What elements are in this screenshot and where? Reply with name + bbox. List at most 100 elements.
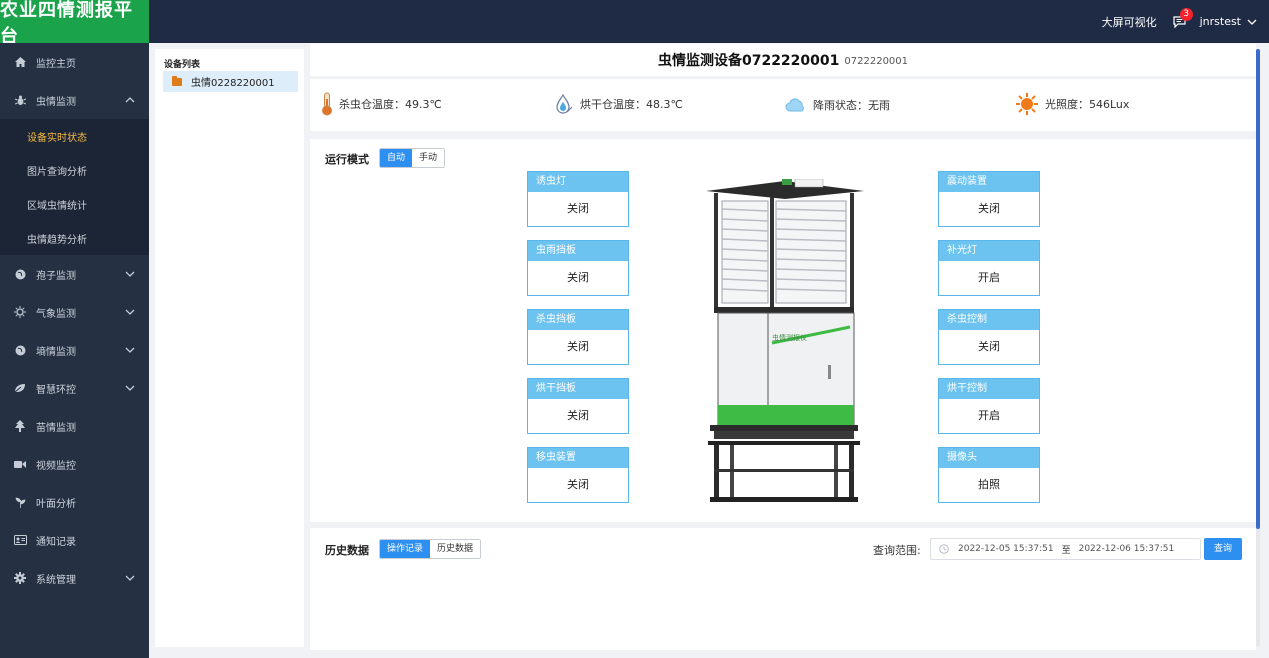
kill-temp-label: 杀虫仓温度：49.3℃ [339, 98, 442, 111]
device-list-item-label: 虫情0228220001 [191, 78, 275, 89]
sidebar-item-home[interactable]: 监控主页 [0, 43, 149, 81]
bigscreen-link[interactable]: 大屏可视化 [1102, 14, 1157, 30]
sidebar-item-weather[interactable]: 气象监测 [0, 293, 149, 331]
query-button[interactable]: 查询 [1204, 538, 1242, 560]
sidebar-item-label: 视频监控 [36, 460, 76, 472]
sidebar-item-system[interactable]: 系统管理 [0, 559, 149, 597]
sidebar-item-label: 虫情监测 [36, 96, 76, 108]
leaf-icon [13, 383, 27, 393]
device-code: 0722220001 [844, 55, 909, 67]
top-bar: 大屏可视化 3 jnrstest [149, 0, 1269, 43]
device-list-item[interactable]: 虫情0228220001 [163, 71, 298, 92]
sidebar-item-insect[interactable]: 虫情监测 [0, 81, 149, 119]
sidebar-item-label: 系统管理 [36, 574, 76, 586]
tree-icon [13, 420, 27, 432]
control-card-state[interactable]: 开启 [939, 399, 1039, 433]
device-list-title: 设备列表 [164, 60, 201, 70]
control-card-state[interactable]: 关闭 [939, 330, 1039, 364]
folder-icon [172, 75, 182, 86]
sidebar: 监控主页 虫情监测 设备实时状态 图片查询分析 区域虫情统计 虫情趋势分析 孢子… [0, 43, 149, 658]
sun-icon [13, 306, 27, 318]
sidebar-sub-image-query[interactable]: 图片查询分析 [0, 153, 149, 187]
control-card-state[interactable]: 拍照 [939, 468, 1039, 502]
home-icon [13, 57, 27, 67]
control-card-state[interactable]: 关闭 [528, 399, 628, 433]
control-card-dry-control: 烘干控制 开启 [938, 378, 1040, 434]
range-start: 2022-12-05 15:37:51 [958, 544, 1054, 554]
tab-operation-records[interactable]: 操作记录 [380, 540, 431, 558]
insect-monitor-device-image: 虫情测报仪 [706, 179, 864, 502]
sidebar-item-soil[interactable]: 墒情监测 [0, 331, 149, 369]
sidebar-sub-trend[interactable]: 虫情趋势分析 [0, 221, 149, 255]
main-content: 虫情监测设备0722220001 0722220001 杀虫仓温度：49.3℃ … [310, 44, 1256, 650]
chevron-up-icon [125, 97, 135, 103]
control-card-state[interactable]: 关闭 [939, 192, 1039, 226]
chevron-down-icon [1247, 19, 1257, 25]
user-menu[interactable]: jnrstest [1200, 15, 1257, 28]
sidebar-item-label: 通知记录 [36, 536, 76, 548]
control-card-rain-baffle: 虫雨挡板 关闭 [527, 240, 629, 296]
message-count-badge: 3 [1179, 7, 1193, 21]
chevron-down-icon [125, 385, 135, 391]
control-card-state[interactable]: 关闭 [528, 468, 628, 502]
control-card-title: 摄像头 [939, 448, 1039, 468]
message-button[interactable]: 3 [1172, 7, 1193, 28]
sidebar-item-leaf-analysis[interactable]: 叶面分析 [0, 483, 149, 521]
sidebar-sub-region-stats[interactable]: 区域虫情统计 [0, 187, 149, 221]
control-card-title: 杀虫挡板 [528, 310, 628, 330]
range-end: 2022-12-06 15:37:51 [1078, 544, 1175, 554]
device-name: 虫情监测设备0722220001 [657, 53, 840, 69]
sidebar-item-env-control[interactable]: 智慧环控 [0, 369, 149, 407]
control-panel: 运行模式 自动 手动 诱虫灯 关闭 虫雨挡板 关闭 杀虫挡板 关闭 烘干挡板 关… [310, 139, 1256, 522]
date-range-picker[interactable]: 2022-12-05 15:37:51 至 2022-12-06 15:37:5… [930, 538, 1201, 560]
device-list-panel: 设备列表 虫情0228220001 [155, 49, 304, 647]
control-card-camera: 摄像头 拍照 [938, 447, 1040, 503]
dry-temp-status: 烘干仓温度：48.3℃ [554, 94, 683, 114]
control-card-state[interactable]: 关闭 [528, 192, 628, 226]
chevron-down-icon [125, 347, 135, 353]
globe-icon [13, 345, 27, 356]
light-status: 光照度：546Lux [1015, 92, 1129, 116]
chevron-down-icon [125, 271, 135, 277]
chevron-down-icon [125, 575, 135, 581]
thermometer-icon [322, 92, 332, 116]
history-tabs: 操作记录 历史数据 [379, 539, 482, 559]
cloud-icon [785, 98, 804, 112]
control-card-title: 移虫装置 [528, 448, 628, 468]
control-card-title: 虫雨挡板 [528, 241, 628, 261]
control-card-fill-light: 补光灯 开启 [938, 240, 1040, 296]
sidebar-sub-device-status[interactable]: 设备实时状态 [0, 119, 149, 153]
sidebar-item-label: 气象监测 [36, 308, 76, 320]
sidebar-item-label: 监控主页 [36, 58, 76, 70]
scrollbar[interactable] [1256, 49, 1260, 646]
insect-submenu: 设备实时状态 图片查询分析 区域虫情统计 虫情趋势分析 [0, 119, 149, 255]
sidebar-item-video[interactable]: 视频监控 [0, 445, 149, 483]
control-card-title: 诱虫灯 [528, 172, 628, 192]
rain-status: 降雨状态：无雨 [785, 97, 890, 113]
mode-manual-button[interactable]: 手动 [412, 149, 445, 167]
globe-icon [13, 269, 27, 280]
sidebar-item-label: 苗情监测 [36, 422, 76, 434]
device-header: 虫情监测设备0722220001 0722220001 [310, 44, 1256, 76]
video-icon [13, 460, 27, 469]
gear-icon [13, 572, 27, 584]
control-card-state[interactable]: 开启 [939, 261, 1039, 295]
tab-history-data[interactable]: 历史数据 [430, 540, 481, 558]
mode-toggle: 自动 手动 [379, 148, 446, 168]
control-card-state[interactable]: 关闭 [528, 330, 628, 364]
control-card-kill-control: 杀虫控制 关闭 [938, 309, 1040, 365]
control-card-title: 震动装置 [939, 172, 1039, 192]
sidebar-item-spore[interactable]: 孢子监测 [0, 255, 149, 293]
control-card-title: 杀虫控制 [939, 310, 1039, 330]
sidebar-item-notifications[interactable]: 通知记录 [0, 521, 149, 559]
control-card-lure-lamp: 诱虫灯 关闭 [527, 171, 629, 227]
mode-auto-button[interactable]: 自动 [380, 149, 413, 167]
control-card-state[interactable]: 关闭 [528, 261, 628, 295]
sidebar-item-seedling[interactable]: 苗情监测 [0, 407, 149, 445]
bug-icon [13, 95, 27, 106]
sidebar-item-label: 智慧环控 [36, 384, 76, 396]
sidebar-item-label: 孢子监测 [36, 270, 76, 282]
scrollbar-thumb[interactable] [1256, 49, 1260, 529]
sidebar-item-label: 叶面分析 [36, 498, 76, 510]
range-separator: 至 [1061, 545, 1071, 556]
